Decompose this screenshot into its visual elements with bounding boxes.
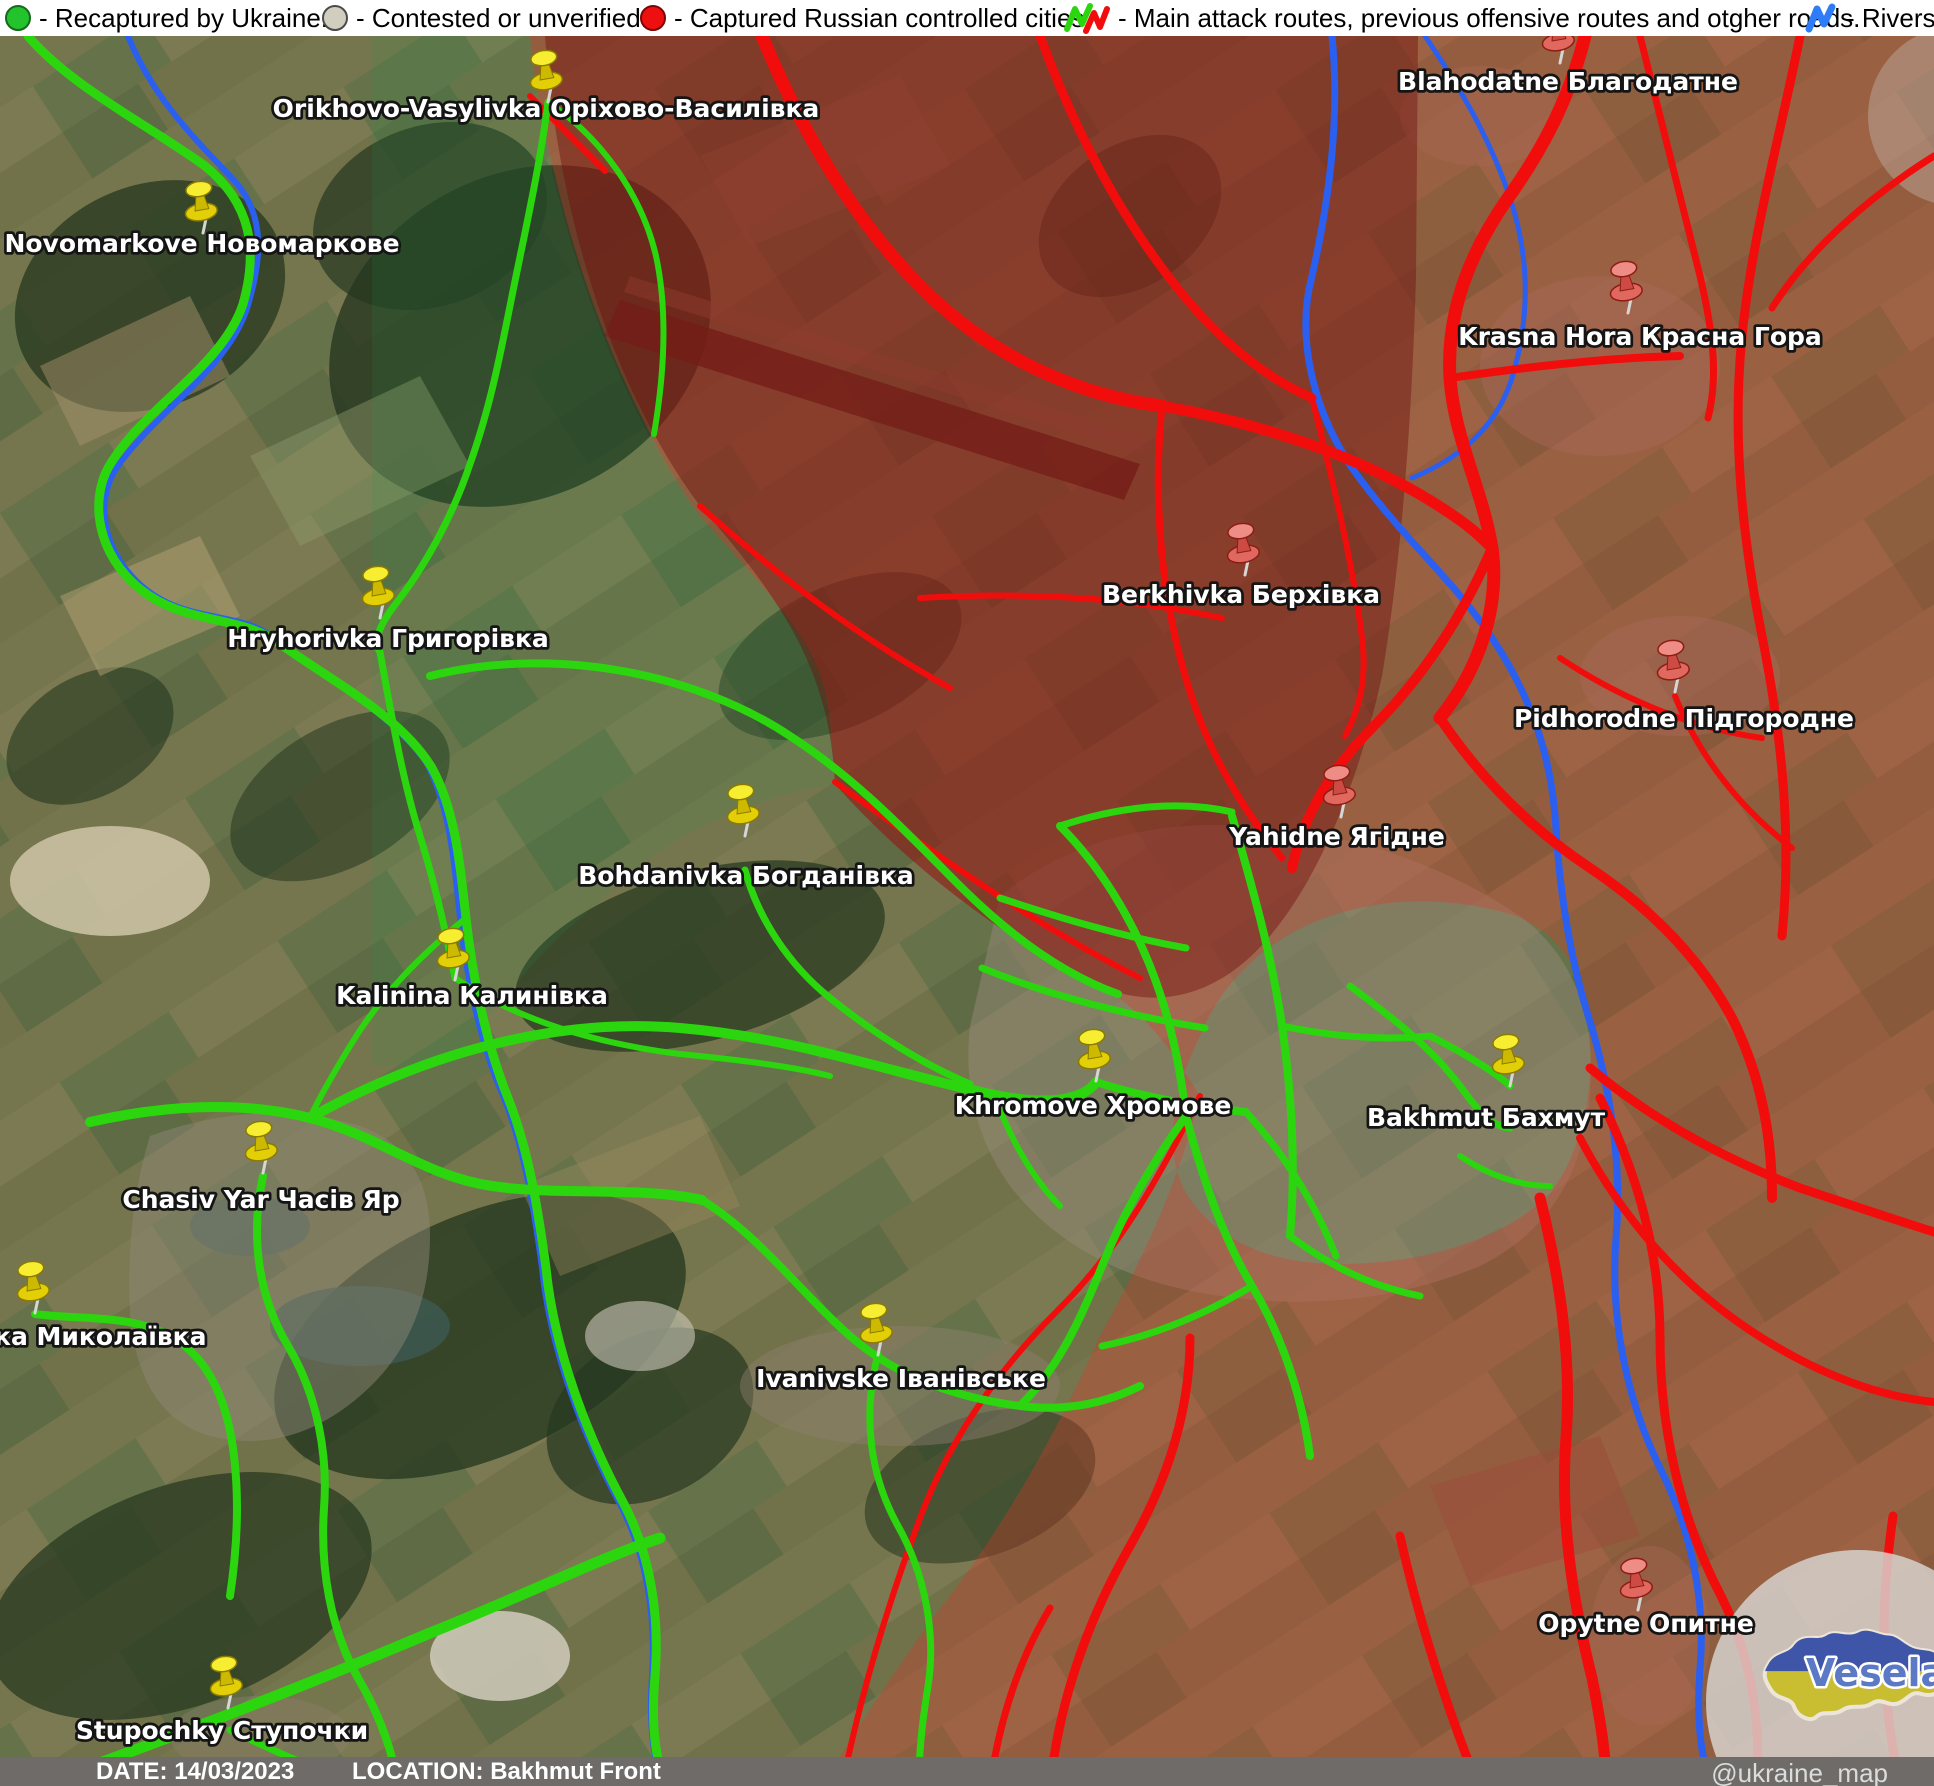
legend-bar: - Recaptured by Ukraine. - Contested or … <box>0 0 1934 36</box>
legend-label: - Captured Russian controlled cities. <box>674 3 1092 34</box>
map-label-pidhorodne: Pidhorodne Підгородне <box>1514 704 1854 733</box>
captured-circle-icon <box>640 5 666 31</box>
map-label-ivanivske: Ivanivske Іванівське <box>756 1364 1046 1393</box>
map-label-bohdanivka: Bohdanivka Богданівка <box>578 861 914 890</box>
map-label-novomarkove: Novomarkove Новомаркове <box>4 229 399 258</box>
map-label-khromove: Khromove Хромове <box>955 1091 1232 1120</box>
attack-routes-squiggle-icon <box>1062 2 1110 34</box>
legend-label: - Rivers <box>1846 3 1934 34</box>
map-image: Vesela Dol Orikhovo-Vasylivka Оріхово-Вас… <box>0 36 1934 1757</box>
rivers-squiggle-icon <box>1802 2 1838 34</box>
legend-label: - Recaptured by Ukraine. <box>39 3 328 34</box>
map-label-stupochky: Stupochky Ступочки <box>76 1716 368 1745</box>
map-label-mykolaivka: ка Миколаївка <box>0 1322 207 1351</box>
map-label-krasna-hora: Krasna Hora Красна Гора <box>1458 322 1822 351</box>
legend-label: - Main attack routes, previous offensive… <box>1118 3 1860 34</box>
map-label-chasiv-yar: Chasiv Yar Часів Яр <box>122 1185 399 1214</box>
bakhmut-front-map-post: - Recaptured by Ukraine. - Contested or … <box>0 0 1934 1786</box>
legend-item-attack-routes: - Main attack routes, previous offensive… <box>1062 0 1860 36</box>
map-label-berkhivka: Berkhivka Берхівка <box>1102 580 1380 609</box>
footer-location: LOCATION: Bakhmut Front <box>352 1758 661 1786</box>
map-label-orikhovo-vasylivka: Orikhovo-Vasylivka Оріхово-Василівка <box>273 94 820 123</box>
footer-date: DATE: 14/03/2023 <box>96 1758 294 1786</box>
map-label-kalinina: Kalinina Калинівка <box>336 981 608 1010</box>
map-label-blahodatne: Blahodatne Благодатне <box>1398 67 1738 96</box>
map-label-yahidne: Yahidne Ягідне <box>1228 822 1445 851</box>
legend-item-rivers: - Rivers <box>1802 0 1934 36</box>
recaptured-circle-icon <box>5 5 31 31</box>
map-canvas: Vesela Dol Orikhovo-Vasylivka Оріхово-Вас… <box>0 36 1934 1757</box>
legend-label: - Contested or unverified. <box>356 3 648 34</box>
legend-item-captured: - Captured Russian controlled cities. <box>640 0 1092 36</box>
legend-item-recaptured: - Recaptured by Ukraine. <box>5 0 328 36</box>
footer-bar: DATE: 14/03/2023 LOCATION: Bakhmut Front… <box>0 1757 1934 1786</box>
footer-handle: @ukraine_map <box>1711 1758 1888 1786</box>
map-label-bakhmut: Bakhmut Бахмут <box>1367 1103 1606 1132</box>
map-label-hryhorivka: Hryhorivka Григорівка <box>227 624 549 653</box>
map-label-opytne: Opytne Опитне <box>1538 1609 1754 1638</box>
legend-item-contested: - Contested or unverified. <box>322 0 648 36</box>
contested-circle-icon <box>322 5 348 31</box>
logo-text: Vesela Dol <box>1806 1651 1934 1695</box>
